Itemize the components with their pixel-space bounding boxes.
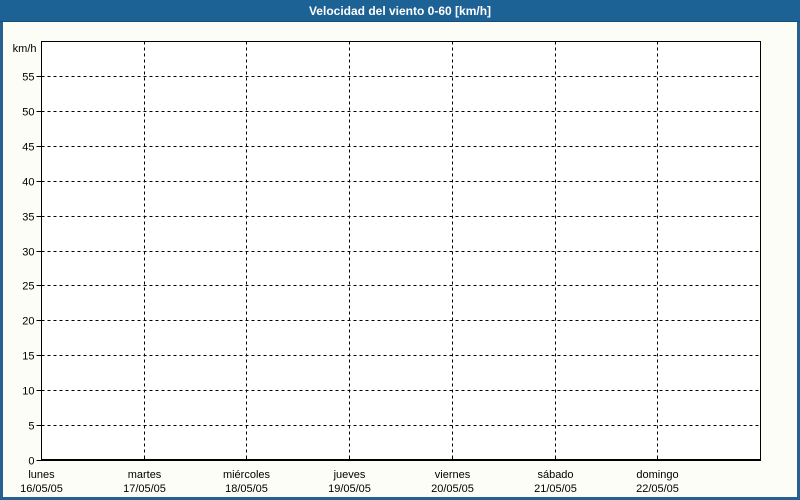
x-day-label: sábado	[537, 469, 573, 481]
y-tick-label: 20	[22, 316, 34, 328]
x-date-label: 19/05/05	[328, 483, 371, 495]
y-tick-label: 5	[28, 421, 34, 433]
y-tick-label: 0	[28, 456, 34, 468]
y-tick-label: 15	[22, 351, 34, 363]
x-date-label: 16/05/05	[20, 483, 63, 495]
x-date-label: 17/05/05	[123, 483, 166, 495]
chart-title: Velocidad del viento 0-60 [km/h]	[309, 0, 491, 22]
x-day-label: domingo	[636, 469, 678, 481]
y-tick-label: 30	[22, 247, 34, 259]
wind-speed-chart: 0 5 10 15 20 25 30 35 40 45 50 55 km/h lunes 16/05/05 m…	[3, 22, 797, 497]
chart-canvas-area: 0 5 10 15 20 25 30 35 40 45 50 55 km/h lunes 16/05/05 m…	[0, 22, 800, 500]
chart-window: Velocidad del viento 0-60 [km/h] 0 5 10 15 2…	[0, 0, 800, 500]
x-day-label: viernes	[435, 469, 471, 481]
y-tick-label: 40	[22, 177, 34, 189]
y-tick-label: 10	[22, 386, 34, 398]
x-day-label: jueves	[333, 469, 366, 481]
chart-title-bar: Velocidad del viento 0-60 [km/h]	[0, 0, 800, 22]
x-date-label: 22/05/05	[636, 483, 679, 495]
x-day-label: lunes	[28, 469, 55, 481]
x-day-label: martes	[128, 469, 162, 481]
x-date-label: 21/05/05	[534, 483, 577, 495]
plot-area	[42, 42, 761, 461]
y-tick-label: 25	[22, 281, 34, 293]
x-date-label: 18/05/05	[225, 483, 268, 495]
x-day-label: miércoles	[223, 469, 271, 481]
y-tick-label: 45	[22, 142, 34, 154]
y-tick-label: 55	[22, 72, 34, 84]
y-unit-label: km/h	[13, 43, 37, 55]
y-tick-label: 50	[22, 107, 34, 119]
y-tick-label: 35	[22, 212, 34, 224]
x-date-label: 20/05/05	[431, 483, 474, 495]
